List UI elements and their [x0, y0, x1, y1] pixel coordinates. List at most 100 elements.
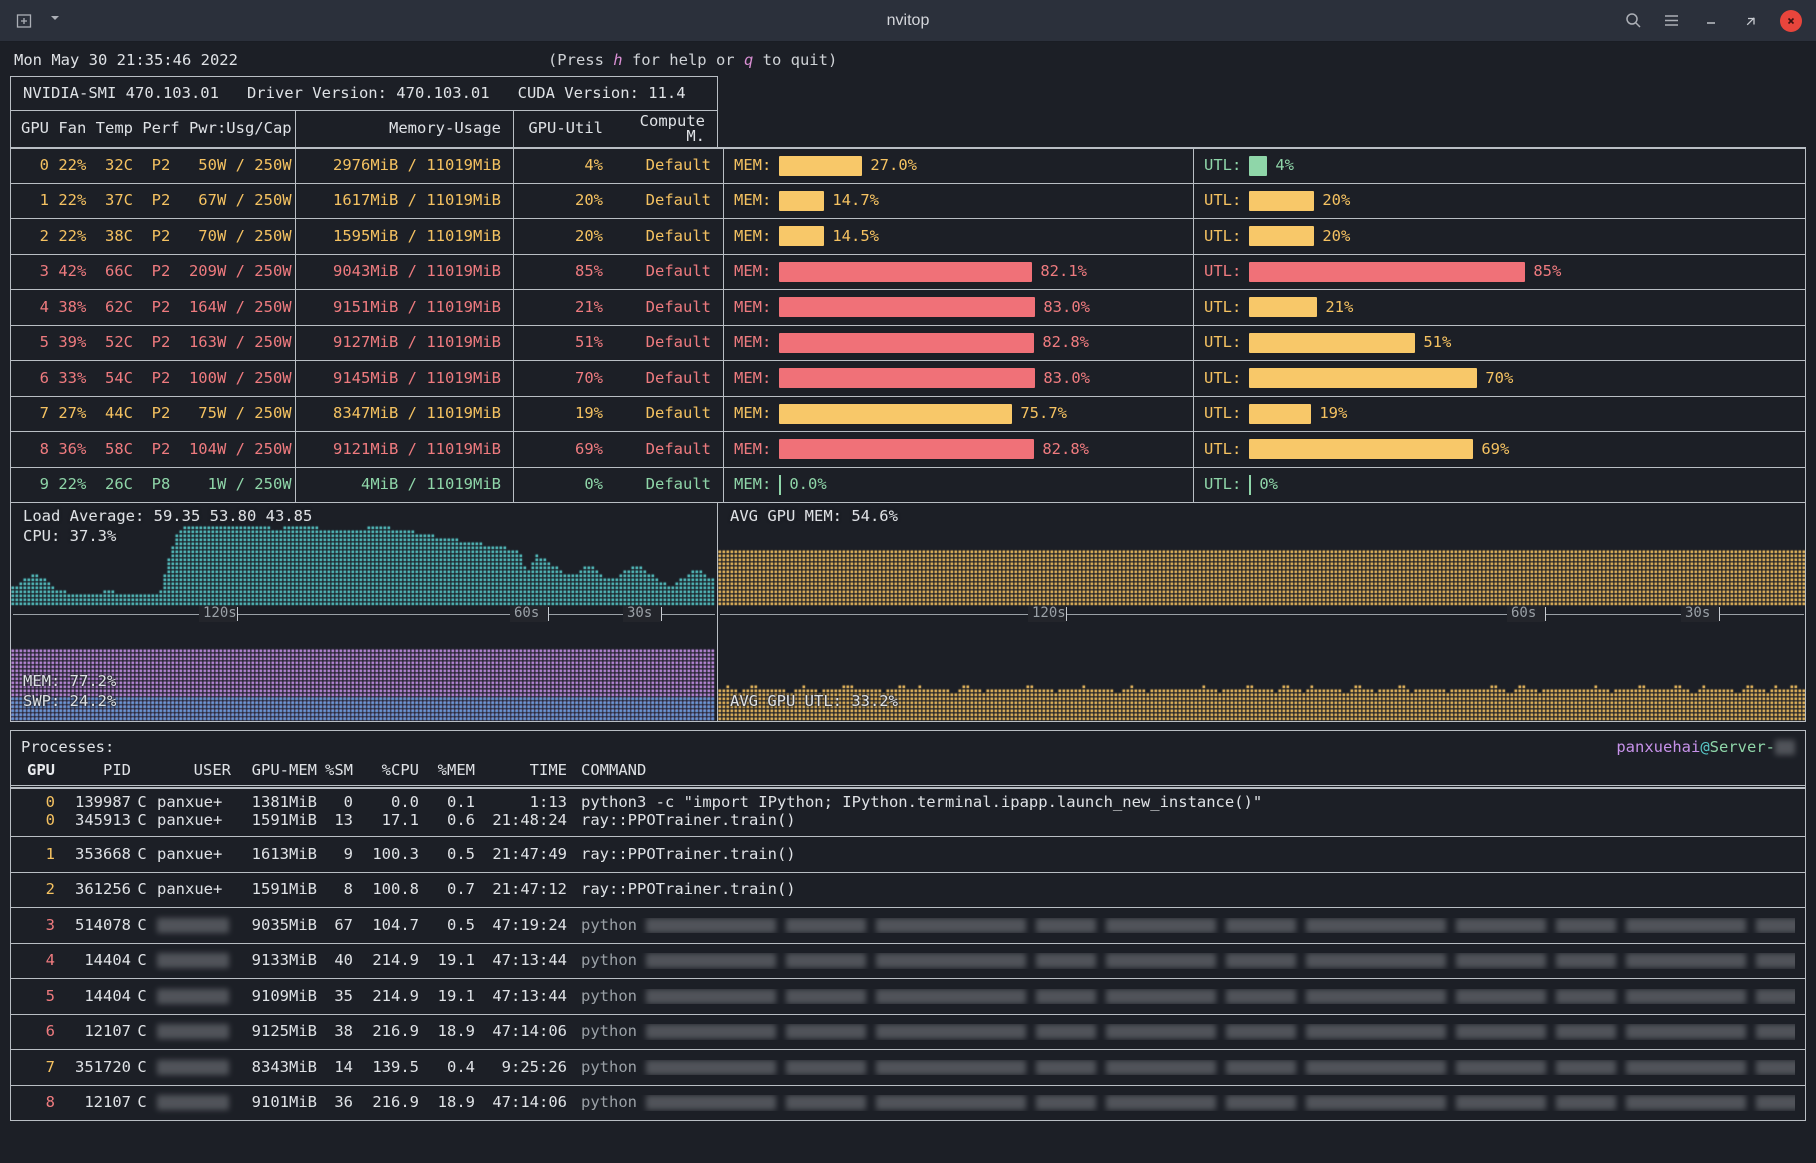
- header-memory: Memory-Usage: [295, 111, 513, 147]
- redacted-text: [1106, 1060, 1216, 1075]
- cpu-graph: Load Average: 59.35 53.80 43.85 CPU: 37.…: [11, 503, 717, 606]
- mem-bar-fill: [779, 368, 1035, 388]
- redacted-text: [1036, 918, 1096, 933]
- process-pid: 14404: [55, 989, 131, 1005]
- col-command[interactable]: COMMAND: [567, 763, 1795, 779]
- process-sm: 35: [317, 989, 353, 1005]
- col-sm[interactable]: %SM: [317, 763, 353, 779]
- device-mem-bar-cell: MEM:83.0%: [723, 361, 1193, 396]
- redacted-text: [1456, 1024, 1546, 1039]
- device-memory-usage: 9151MiB / 11019MiB: [295, 290, 513, 325]
- table-row[interactable]: 7351720C8343MiB14139.50.49:25:26python: [11, 1049, 1805, 1085]
- process-user: [153, 953, 231, 969]
- table-row[interactable]: 414404C9133MiB40214.919.147:13:44python: [11, 943, 1805, 979]
- redacted-text: [1756, 1060, 1795, 1075]
- process-command: python: [567, 1060, 1795, 1076]
- redacted-text: [1106, 953, 1216, 968]
- process-gpu: 0: [21, 795, 55, 811]
- table-row[interactable]: 812107C9101MiB36216.918.947:14:06python: [11, 1085, 1805, 1121]
- device-row[interactable]: 9 22% 26C P8 1W / 250W4MiB / 11019MiB0%D…: [11, 467, 1805, 503]
- redacted-text: [786, 918, 866, 933]
- axis-tick: [1066, 607, 1067, 621]
- col-cpu[interactable]: %CPU: [353, 763, 419, 779]
- mem-bar-value: 14.5%: [832, 229, 879, 245]
- minimize-icon[interactable]: [1700, 10, 1722, 32]
- header-util: GPU-Util: [513, 111, 613, 147]
- process-sm: 38: [317, 1024, 353, 1040]
- utl-bar-label: UTL:: [1204, 158, 1241, 174]
- smi-version-line: NVIDIA-SMI 470.103.01 Driver Version: 47…: [11, 77, 717, 111]
- processes-title: Processes:: [21, 740, 114, 756]
- new-tab-icon[interactable]: [14, 11, 34, 31]
- col-user[interactable]: USER: [153, 763, 231, 779]
- device-row[interactable]: 8 36% 58C P2 104W / 250W9121MiB / 11019M…: [11, 431, 1805, 467]
- device-gpu-util: 51%: [513, 326, 613, 361]
- device-row[interactable]: 4 38% 62C P2 164W / 250W9151MiB / 11019M…: [11, 289, 1805, 325]
- device-row[interactable]: 6 33% 54C P2 100W / 250W9145MiB / 11019M…: [11, 360, 1805, 396]
- utl-bar-track: [1249, 404, 1311, 424]
- process-line[interactable]: 0345913Cpanxue+1591MiB1317.10.621:48:24r…: [21, 812, 1795, 830]
- utl-bar-empty: [1249, 475, 1251, 495]
- close-icon[interactable]: [1780, 10, 1802, 32]
- device-memory-usage: 9127MiB / 11019MiB: [295, 326, 513, 361]
- col-gpu-mem[interactable]: GPU-MEM: [231, 763, 317, 779]
- help-hint: (Press h for help or q to quit): [548, 53, 837, 69]
- device-info: 0 22% 32C P2 50W / 250W: [11, 158, 295, 174]
- process-gpu-mem: 9035MiB: [231, 918, 317, 934]
- device-info: 7 27% 44C P2 75W / 250W: [11, 406, 295, 422]
- redacted-text: [1626, 989, 1746, 1004]
- redacted-text: [1756, 1095, 1795, 1110]
- process-line[interactable]: 0139987Cpanxue+1381MiB00.00.11:13python3…: [21, 794, 1795, 812]
- redacted-text: [876, 1095, 1026, 1110]
- mem-bar-value: 83.0%: [1043, 300, 1090, 316]
- device-row[interactable]: 5 39% 52C P2 163W / 250W9127MiB / 11019M…: [11, 325, 1805, 361]
- col-pid[interactable]: PID: [55, 763, 131, 779]
- device-info: 2 22% 38C P2 70W / 250W: [11, 229, 295, 245]
- device-gpu-util: 69%: [513, 432, 613, 467]
- device-row[interactable]: 2 22% 38C P2 70W / 250W1595MiB / 11019Mi…: [11, 218, 1805, 254]
- utl-bar-label: UTL:: [1204, 335, 1241, 351]
- mem-usage-label: MEM: 77.2%: [23, 674, 116, 690]
- col-gpu[interactable]: GPU: [21, 763, 55, 779]
- table-row[interactable]: 3514078C9035MiB67104.70.547:19:24python: [11, 907, 1805, 943]
- device-info: 9 22% 26C P8 1W / 250W: [11, 477, 295, 493]
- process-gpu-mem: 1381MiB: [231, 795, 317, 811]
- process-command: python3 -c "import IPython; IPython.term…: [567, 795, 1795, 811]
- table-row[interactable]: 2361256Cpanxue+1591MiB8100.80.721:47:12r…: [11, 872, 1805, 908]
- redacted-text: [876, 918, 1026, 933]
- table-row[interactable]: 612107C9125MiB38216.918.947:14:06python: [11, 1014, 1805, 1050]
- redacted-text: [1456, 1060, 1546, 1075]
- search-icon[interactable]: [1624, 11, 1644, 31]
- redacted-text: [1036, 953, 1096, 968]
- device-row[interactable]: 3 42% 66C P2 209W / 250W9043MiB / 11019M…: [11, 254, 1805, 290]
- col-mem[interactable]: %MEM: [419, 763, 475, 779]
- table-row[interactable]: 1353668Cpanxue+1613MiB9100.30.521:47:49r…: [11, 836, 1805, 872]
- menu-icon[interactable]: [1662, 11, 1682, 31]
- maximize-icon[interactable]: [1740, 10, 1762, 32]
- process-command: ray::PPOTrainer.train(): [567, 813, 1795, 829]
- mem-bar-value: 0.0%: [789, 477, 826, 493]
- redacted-text: [157, 953, 229, 968]
- table-row[interactable]: 514404C9109MiB35214.919.147:13:44python: [11, 978, 1805, 1014]
- tab-dropdown-icon[interactable]: [48, 11, 68, 31]
- mem-bar-track: [779, 368, 1035, 388]
- device-row[interactable]: 7 27% 44C P2 75W / 250W8347MiB / 11019Mi…: [11, 396, 1805, 432]
- process-user: [153, 1060, 231, 1076]
- axis-tick-label: 30s: [627, 606, 652, 620]
- device-row[interactable]: 0 22% 32C P2 50W / 250W2976MiB / 11019Mi…: [11, 147, 1805, 183]
- device-compute-mode: Default: [613, 397, 723, 432]
- device-row[interactable]: 1 22% 37C P2 67W / 250W1617MiB / 11019Mi…: [11, 183, 1805, 219]
- axis-line: [13, 614, 715, 615]
- process-type: C: [131, 847, 153, 863]
- device-mem-bar-cell: MEM:0.0%: [723, 468, 1193, 503]
- utl-bar-value: 21%: [1325, 300, 1353, 316]
- utl-bar-fill: [1249, 226, 1314, 246]
- process-sm: 40: [317, 953, 353, 969]
- utl-bar-value: 0%: [1259, 477, 1278, 493]
- utl-bar-value: 20%: [1322, 193, 1350, 209]
- process-sm: 14: [317, 1060, 353, 1076]
- username-label: panxuehai: [1616, 738, 1700, 756]
- memory-graph: MEM: 77.2% SWP: 24.2%: [11, 622, 717, 721]
- col-time[interactable]: TIME: [475, 763, 567, 779]
- table-row[interactable]: 0139987Cpanxue+1381MiB00.00.11:13python3…: [11, 788, 1805, 836]
